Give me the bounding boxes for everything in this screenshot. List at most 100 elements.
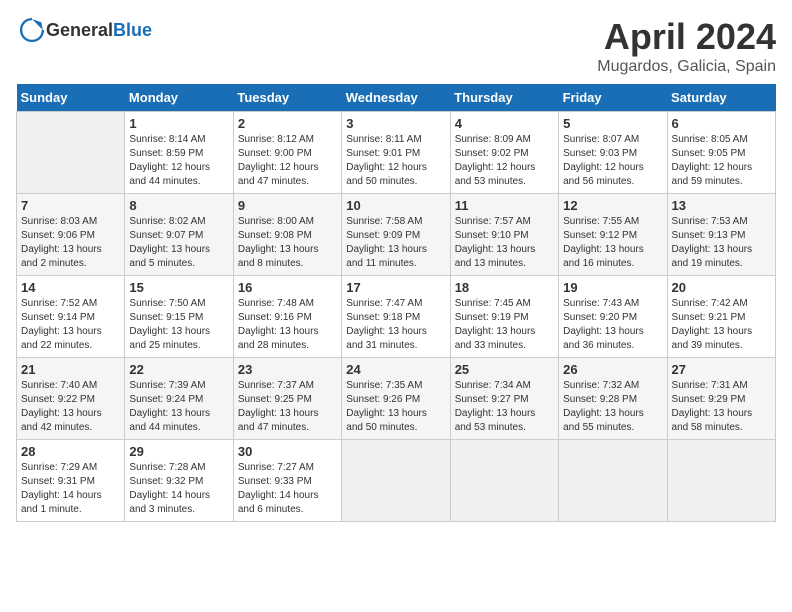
- day-info: Sunrise: 8:07 AM Sunset: 9:03 PM Dayligh…: [563, 133, 662, 189]
- day-number: 9: [238, 198, 337, 213]
- day-info: Sunrise: 7:47 AM Sunset: 9:18 PM Dayligh…: [346, 297, 445, 353]
- day-number: 19: [563, 280, 662, 295]
- day-info: Sunrise: 7:52 AM Sunset: 9:14 PM Dayligh…: [21, 297, 120, 353]
- calendar-title: April 2024: [597, 16, 776, 58]
- day-number: 2: [238, 116, 337, 131]
- calendar-cell: 30Sunrise: 7:27 AM Sunset: 9:33 PM Dayli…: [233, 440, 341, 522]
- day-info: Sunrise: 7:35 AM Sunset: 9:26 PM Dayligh…: [346, 379, 445, 435]
- calendar-cell: 13 Sunrise: 7:53 AM Sunset: 9:13 PM Dayli…: [667, 194, 775, 276]
- day-number: 7: [21, 198, 120, 213]
- calendar-cell: 15 Sunrise: 7:50 AM Sunset: 9:15 PM Dayli…: [125, 276, 233, 358]
- day-info: Sunrise: 8:14 AM Sunset: 8:59 PM Dayligh…: [129, 133, 228, 189]
- day-number: 21: [21, 362, 120, 377]
- day-number: 24: [346, 362, 445, 377]
- page-header: GeneralBlue April 2024 Mugardos, Galicia…: [16, 16, 776, 76]
- calendar-cell: 26 Sunrise: 7:32 AM Sunset: 9:28 PM Dayli…: [559, 358, 667, 440]
- calendar-cell: 20 Sunrise: 7:42 AM Sunset: 9:21 PM Dayli…: [667, 276, 775, 358]
- calendar-week-row: 28Sunrise: 7:29 AM Sunset: 9:31 PM Dayli…: [17, 440, 776, 522]
- day-number: 28: [21, 444, 120, 459]
- day-number: 14: [21, 280, 120, 295]
- day-number: 1: [129, 116, 228, 131]
- calendar-cell: [450, 440, 558, 522]
- calendar-cell: 29Sunrise: 7:28 AM Sunset: 9:32 PM Dayli…: [125, 440, 233, 522]
- calendar-cell: 14 Sunrise: 7:52 AM Sunset: 9:14 PM Dayli…: [17, 276, 125, 358]
- day-number: 25: [455, 362, 554, 377]
- day-info: Sunrise: 7:50 AM Sunset: 9:15 PM Dayligh…: [129, 297, 228, 353]
- calendar-week-row: 1 Sunrise: 8:14 AM Sunset: 8:59 PM Daylig…: [17, 112, 776, 194]
- calendar-cell: 21 Sunrise: 7:40 AM Sunset: 9:22 PM Dayli…: [17, 358, 125, 440]
- calendar-cell: 11 Sunrise: 7:57 AM Sunset: 9:10 PM Dayli…: [450, 194, 558, 276]
- day-info: Sunrise: 7:48 AM Sunset: 9:16 PM Dayligh…: [238, 297, 337, 353]
- day-info: Sunrise: 7:32 AM Sunset: 9:28 PM Dayligh…: [563, 379, 662, 435]
- day-info: Sunrise: 7:34 AM Sunset: 9:27 PM Dayligh…: [455, 379, 554, 435]
- day-info: Sunrise: 8:02 AM Sunset: 9:07 PM Dayligh…: [129, 215, 228, 271]
- calendar-day-header: Sunday: [17, 84, 125, 112]
- day-info: Sunrise: 8:00 AM Sunset: 9:08 PM Dayligh…: [238, 215, 337, 271]
- calendar-cell: 16Sunrise: 7:48 AM Sunset: 9:16 PM Dayli…: [233, 276, 341, 358]
- calendar-cell: 12Sunrise: 7:55 AM Sunset: 9:12 PM Dayli…: [559, 194, 667, 276]
- calendar-cell: 22 Sunrise: 7:39 AM Sunset: 9:24 PM Dayli…: [125, 358, 233, 440]
- day-info: Sunrise: 8:12 AM Sunset: 9:00 PM Dayligh…: [238, 133, 337, 189]
- calendar-cell: 7Sunrise: 8:03 AM Sunset: 9:06 PM Daylig…: [17, 194, 125, 276]
- calendar-cell: 19 Sunrise: 7:43 AM Sunset: 9:20 PM Dayli…: [559, 276, 667, 358]
- calendar-week-row: 14 Sunrise: 7:52 AM Sunset: 9:14 PM Dayli…: [17, 276, 776, 358]
- day-number: 23: [238, 362, 337, 377]
- day-number: 22: [129, 362, 228, 377]
- day-number: 13: [672, 198, 771, 213]
- calendar-day-header: Monday: [125, 84, 233, 112]
- day-number: 15: [129, 280, 228, 295]
- calendar-cell: 23 Sunrise: 7:37 AM Sunset: 9:25 PM Dayli…: [233, 358, 341, 440]
- calendar-day-header: Wednesday: [342, 84, 450, 112]
- day-number: 11: [455, 198, 554, 213]
- day-number: 17: [346, 280, 445, 295]
- day-number: 26: [563, 362, 662, 377]
- calendar-cell: 25 Sunrise: 7:34 AM Sunset: 9:27 PM Dayli…: [450, 358, 558, 440]
- calendar-day-header: Saturday: [667, 84, 775, 112]
- day-info: Sunrise: 7:37 AM Sunset: 9:25 PM Dayligh…: [238, 379, 337, 435]
- calendar-cell: 27 Sunrise: 7:31 AM Sunset: 9:29 PM Dayli…: [667, 358, 775, 440]
- day-number: 6: [672, 116, 771, 131]
- calendar-cell: [559, 440, 667, 522]
- calendar-cell: 24 Sunrise: 7:35 AM Sunset: 9:26 PM Dayli…: [342, 358, 450, 440]
- calendar-cell: 8 Sunrise: 8:02 AM Sunset: 9:07 PM Daylig…: [125, 194, 233, 276]
- day-info: Sunrise: 8:11 AM Sunset: 9:01 PM Dayligh…: [346, 133, 445, 189]
- day-info: Sunrise: 7:31 AM Sunset: 9:29 PM Dayligh…: [672, 379, 771, 435]
- logo-general: General: [46, 20, 113, 40]
- day-number: 3: [346, 116, 445, 131]
- day-info: Sunrise: 7:45 AM Sunset: 9:19 PM Dayligh…: [455, 297, 554, 353]
- calendar-cell: 18 Sunrise: 7:45 AM Sunset: 9:19 PM Dayli…: [450, 276, 558, 358]
- logo-icon: [18, 16, 46, 44]
- calendar-cell: 5 Sunrise: 8:07 AM Sunset: 9:03 PM Daylig…: [559, 112, 667, 194]
- calendar-day-header: Friday: [559, 84, 667, 112]
- calendar-cell: [667, 440, 775, 522]
- day-info: Sunrise: 7:42 AM Sunset: 9:21 PM Dayligh…: [672, 297, 771, 353]
- calendar-cell: 4Sunrise: 8:09 AM Sunset: 9:02 PM Daylig…: [450, 112, 558, 194]
- day-info: Sunrise: 7:39 AM Sunset: 9:24 PM Dayligh…: [129, 379, 228, 435]
- day-info: Sunrise: 7:43 AM Sunset: 9:20 PM Dayligh…: [563, 297, 662, 353]
- day-info: Sunrise: 7:58 AM Sunset: 9:09 PM Dayligh…: [346, 215, 445, 271]
- day-info: Sunrise: 8:05 AM Sunset: 9:05 PM Dayligh…: [672, 133, 771, 189]
- day-number: 20: [672, 280, 771, 295]
- day-info: Sunrise: 7:27 AM Sunset: 9:33 PM Dayligh…: [238, 461, 337, 517]
- calendar-subtitle: Mugardos, Galicia, Spain: [597, 58, 776, 76]
- calendar-cell: 6 Sunrise: 8:05 AM Sunset: 9:05 PM Daylig…: [667, 112, 775, 194]
- calendar-week-row: 21 Sunrise: 7:40 AM Sunset: 9:22 PM Dayli…: [17, 358, 776, 440]
- day-number: 27: [672, 362, 771, 377]
- calendar-table: SundayMondayTuesdayWednesdayThursdayFrid…: [16, 84, 776, 522]
- day-number: 8: [129, 198, 228, 213]
- day-number: 5: [563, 116, 662, 131]
- logo: GeneralBlue: [16, 16, 152, 44]
- day-info: Sunrise: 7:55 AM Sunset: 9:12 PM Dayligh…: [563, 215, 662, 271]
- calendar-cell: 9 Sunrise: 8:00 AM Sunset: 9:08 PM Daylig…: [233, 194, 341, 276]
- calendar-cell: 17 Sunrise: 7:47 AM Sunset: 9:18 PM Dayli…: [342, 276, 450, 358]
- calendar-day-header: Thursday: [450, 84, 558, 112]
- day-info: Sunrise: 7:53 AM Sunset: 9:13 PM Dayligh…: [672, 215, 771, 271]
- day-info: Sunrise: 7:57 AM Sunset: 9:10 PM Dayligh…: [455, 215, 554, 271]
- day-number: 18: [455, 280, 554, 295]
- title-area: April 2024 Mugardos, Galicia, Spain: [597, 16, 776, 76]
- calendar-week-row: 7Sunrise: 8:03 AM Sunset: 9:06 PM Daylig…: [17, 194, 776, 276]
- day-number: 29: [129, 444, 228, 459]
- calendar-cell: 28Sunrise: 7:29 AM Sunset: 9:31 PM Dayli…: [17, 440, 125, 522]
- calendar-cell: 3 Sunrise: 8:11 AM Sunset: 9:01 PM Daylig…: [342, 112, 450, 194]
- day-info: Sunrise: 7:40 AM Sunset: 9:22 PM Dayligh…: [21, 379, 120, 435]
